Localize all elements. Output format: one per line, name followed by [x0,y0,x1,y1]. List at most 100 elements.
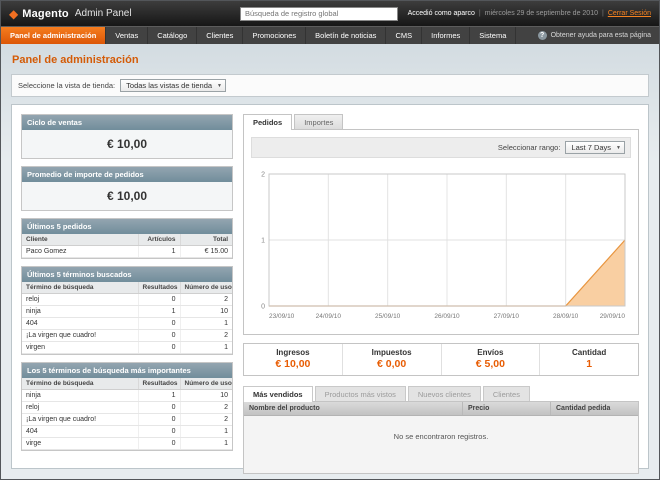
table-row[interactable]: reloj 0 2 [22,402,232,414]
bestsellers-grid: Nombre del producto Precio Cantidad pedi… [243,401,639,474]
top-search-terms-title: Los 5 términos de búsqueda más important… [22,363,232,378]
table-row[interactable]: 404 0 1 [22,426,232,438]
column-header-total: Total [180,234,232,246]
magento-logo-icon: ◆ [9,8,18,20]
average-orders-box: Promedio de importe de pedidos € 10,00 [21,166,233,211]
svg-text:29/09/10: 29/09/10 [600,313,626,320]
range-selector-bar: Seleccionar rango: Last 7 Days ▼ [251,137,631,158]
store-view-label: Seleccione la vista de tienda: [18,81,115,90]
nav-item-catalog[interactable]: Catálogo [148,27,197,44]
tab-most-viewed[interactable]: Productos más vistos [315,386,406,401]
search-term: ninja [22,390,138,402]
top-search-terms-box: Los 5 términos de búsqueda más important… [21,362,233,451]
tab-orders[interactable]: Pedidos [243,114,292,130]
search-term: 404 [22,426,138,438]
stat-tax: Impuestos € 0,00 [342,344,441,375]
table-row[interactable]: ¡La virgen que cuadro! 0 2 [22,330,232,342]
search-uses: 2 [180,294,232,306]
table-row[interactable]: reloj 0 2 [22,294,232,306]
svg-text:2: 2 [261,172,265,179]
orders-tab-panel: Seleccionar rango: Last 7 Days ▼ 23/09/1… [243,129,639,335]
totals-row: Ingresos € 10,00 Impuestos € 0,00 Envíos… [243,343,639,376]
range-select[interactable]: Last 7 Days ▼ [565,141,625,154]
nav-item-cms[interactable]: CMS [386,27,422,44]
store-view-select[interactable]: Todas las vistas de tienda ▼ [120,79,226,92]
stat-label: Cantidad [540,348,638,357]
current-date: miércoles 29 de septiembre de 2010 [485,10,598,17]
table-row[interactable]: ninja 1 10 [22,306,232,318]
search-results: 0 [138,414,180,426]
nav-item-sales[interactable]: Ventas [106,27,148,44]
table-row[interactable]: virge 0 1 [22,438,232,450]
chart-area: 23/09/1024/09/1025/09/1026/09/1027/09/10… [251,158,631,327]
search-results: 0 [138,294,180,306]
last-orders-title: Últimos 5 pedidos [22,219,232,234]
search-uses: 10 [180,306,232,318]
search-term: reloj [22,294,138,306]
search-uses: 2 [180,414,232,426]
search-term: ninja [22,306,138,318]
stat-label: Impuestos [343,348,441,357]
main-navigation: Panel de administración Ventas Catálogo … [1,26,659,44]
nav-item-promotions[interactable]: Promociones [243,27,306,44]
stat-value: € 5,00 [442,358,540,370]
global-search-input[interactable] [240,7,398,21]
top-header: ◆ Magento Admin Panel Accedió como aparc… [1,1,659,26]
column-header-term: Término de búsqueda [22,282,138,294]
column-header-results: Resultados [138,282,180,294]
store-view-switcher: Seleccione la vista de tienda: Todas las… [11,74,649,97]
last-search-terms-box: Últimos 5 términos buscados Término de b… [21,266,233,355]
average-orders-value: € 10,00 [22,182,232,210]
tab-amounts[interactable]: Importes [294,114,343,129]
average-orders-title: Promedio de importe de pedidos [22,167,232,182]
last-search-terms-title: Últimos 5 términos buscados [22,267,232,282]
column-header-uses: Número de usos [180,282,232,294]
search-uses: 2 [180,402,232,414]
nav-item-customers[interactable]: Clientes [197,27,243,44]
search-results: 0 [138,342,180,354]
magento-admin-window: ◆ Magento Admin Panel Accedió como aparc… [0,0,660,480]
top-search-terms-table: Término de búsqueda Resultados Número de… [22,378,232,450]
stat-revenue: Ingresos € 10,00 [244,344,342,375]
column-header-uses: Número de usos [180,378,232,390]
table-row[interactable]: ¡La virgen que cuadro! 0 2 [22,414,232,426]
store-view-select-value: Todas las vistas de tienda [126,81,212,90]
dashboard-left-column: Ciclo de ventas € 10,00 Promedio de impo… [21,114,233,459]
search-uses: 1 [180,426,232,438]
chevron-down-icon: ▼ [217,83,222,89]
dashboard-panel: Ciclo de ventas € 10,00 Promedio de impo… [11,104,649,469]
tab-bestsellers[interactable]: Más vendidos [243,386,313,402]
tab-customers[interactable]: Clientes [483,386,530,401]
search-results: 0 [138,438,180,450]
nav-item-dashboard[interactable]: Panel de administración [1,27,106,44]
search-term: ¡La virgen que cuadro! [22,330,138,342]
stat-quantity: Cantidad 1 [539,344,638,375]
table-row[interactable]: 404 0 1 [22,318,232,330]
table-row[interactable]: virgen 0 1 [22,342,232,354]
search-uses: 1 [180,342,232,354]
separator: | [602,10,604,17]
get-help-link[interactable]: ? Obtener ayuda para esta página [530,27,659,44]
tab-new-customers[interactable]: Nuevos clientes [408,386,481,401]
table-row[interactable]: ninja 1 10 [22,390,232,402]
nav-item-system[interactable]: Sistema [470,27,516,44]
grid-header-row: Nombre del producto Precio Cantidad pedi… [244,402,638,416]
chevron-down-icon: ▼ [616,145,621,151]
lifetime-sales-title: Ciclo de ventas [22,115,232,130]
order-customer: Paco Gomez [22,246,138,258]
table-row[interactable]: Paco Gomez 1 € 15.00 [22,246,232,258]
product-tabs: Más vendidos Productos más vistos Nuevos… [243,386,639,401]
separator: | [479,10,481,17]
range-select-value: Last 7 Days [571,143,611,152]
lifetime-sales-box: Ciclo de ventas € 10,00 [21,114,233,159]
search-results: 0 [138,330,180,342]
nav-item-reports[interactable]: Informes [422,27,470,44]
search-results: 0 [138,402,180,414]
logout-link[interactable]: Cerrar Sesión [608,10,651,17]
svg-text:25/09/10: 25/09/10 [375,313,401,320]
nav-item-newsletter[interactable]: Boletín de noticias [306,27,386,44]
column-header-results: Resultados [138,378,180,390]
stat-label: Ingresos [244,348,342,357]
column-header-customer: Cliente [22,234,138,246]
help-icon: ? [538,31,547,40]
